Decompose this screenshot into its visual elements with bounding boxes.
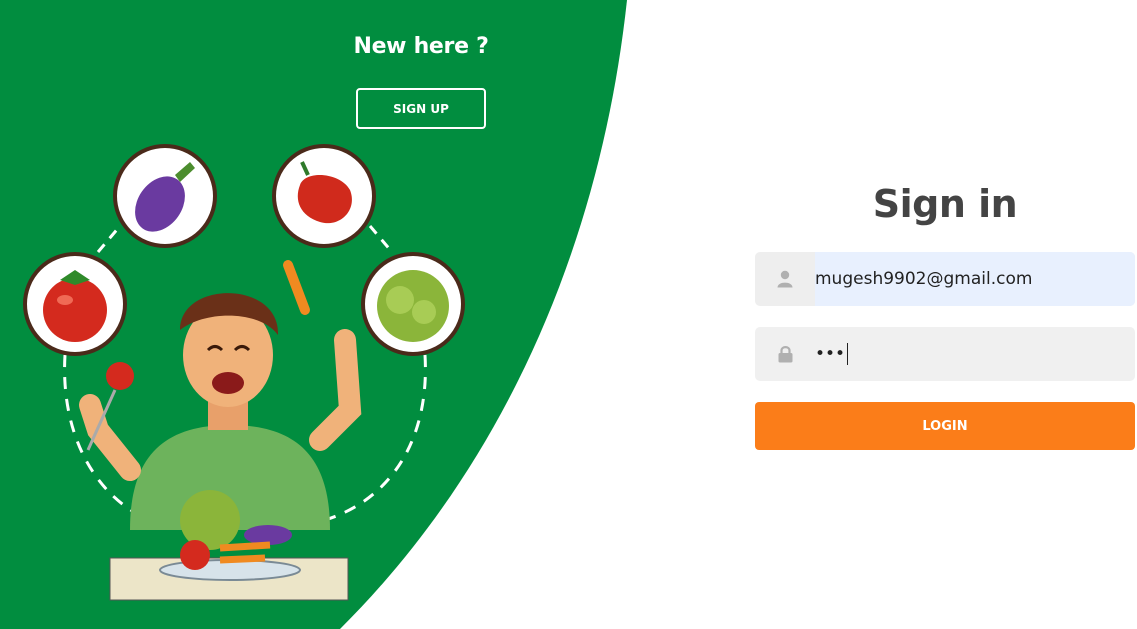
password-masked-value: ••• (815, 344, 846, 364)
new-here-heading: New here ? (353, 34, 489, 59)
signup-button[interactable]: SIGN UP (356, 88, 486, 129)
cabbage-icon (361, 252, 465, 356)
email-field[interactable] (755, 252, 1135, 306)
password-input[interactable]: ••• (815, 327, 1135, 381)
page-title: Sign in (872, 182, 1018, 226)
email-input-value[interactable] (815, 252, 1135, 306)
vegetable-illustration (23, 144, 465, 601)
password-field[interactable]: ••• (755, 327, 1135, 381)
text-caret (847, 343, 849, 365)
person-figure (79, 260, 362, 530)
user-icon (755, 252, 815, 306)
email-input[interactable] (815, 269, 1135, 289)
tomato-icon (23, 252, 127, 356)
login-button[interactable]: LOGIN (755, 402, 1135, 450)
pepper-icon (272, 144, 376, 248)
eggplant-icon (113, 144, 217, 248)
lock-icon (755, 327, 815, 381)
